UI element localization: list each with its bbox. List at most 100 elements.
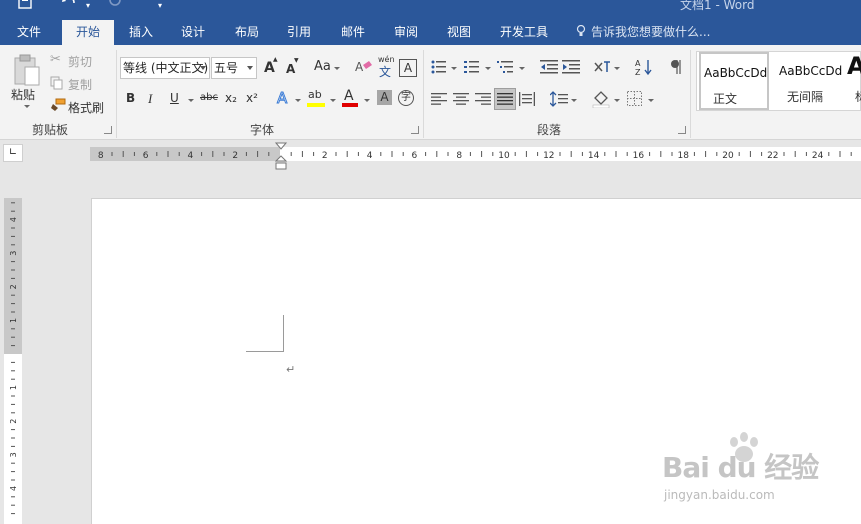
character-shading-button[interactable]: A bbox=[377, 90, 392, 105]
style-name: 正文 bbox=[713, 92, 738, 106]
bullets-icon[interactable] bbox=[431, 59, 447, 75]
ruler-label: 4 bbox=[9, 486, 18, 491]
bullets-dropdown-icon[interactable] bbox=[451, 67, 457, 70]
group-separator bbox=[690, 50, 691, 138]
line-spacing-dropdown-icon[interactable] bbox=[571, 99, 577, 102]
tab-insert[interactable]: 插入 bbox=[118, 20, 164, 45]
tab-layout[interactable]: 布局 bbox=[224, 20, 270, 45]
underline-dropdown-icon[interactable] bbox=[188, 99, 194, 102]
style-heading[interactable]: A 标 bbox=[845, 52, 861, 110]
style-sample: AaBbCcDd bbox=[704, 66, 768, 80]
shrink-font-button[interactable]: A bbox=[286, 62, 295, 76]
shading-dropdown-icon[interactable] bbox=[614, 99, 620, 102]
enclose-characters-button[interactable]: 字 bbox=[398, 90, 414, 106]
font-color-dropdown-icon[interactable] bbox=[364, 99, 370, 102]
multilevel-dropdown-icon[interactable] bbox=[519, 67, 525, 70]
vertical-ruler[interactable]: 4 3 2 1 1 2 3 4 bbox=[4, 198, 22, 524]
cut-button[interactable]: 剪切 bbox=[68, 53, 92, 70]
redo-icon[interactable] bbox=[108, 0, 122, 9]
align-left-icon[interactable] bbox=[431, 92, 447, 106]
clear-formatting-icon[interactable]: A bbox=[355, 59, 373, 75]
paste-dropdown-icon[interactable] bbox=[24, 105, 30, 108]
paste-icon[interactable] bbox=[12, 53, 42, 87]
ruler-label: 3 bbox=[9, 251, 18, 256]
horizontal-ruler[interactable]: 8 6 4 2 2 4 6 8 10 12 14 16 18 20 22 24 bbox=[90, 147, 861, 161]
ruler-label: 4 bbox=[367, 151, 373, 161]
phonetic-guide-button[interactable]: 文 bbox=[379, 63, 391, 80]
tab-review[interactable]: 审阅 bbox=[383, 20, 429, 45]
svg-text:A: A bbox=[635, 59, 641, 68]
change-case-dropdown-icon[interactable] bbox=[334, 67, 340, 70]
paragraph-launcher-icon[interactable] bbox=[678, 126, 686, 134]
cut-icon[interactable]: ✂ bbox=[50, 52, 61, 67]
tab-developer[interactable]: 开发工具 bbox=[492, 20, 556, 45]
customize-qat-icon[interactable]: ▾ bbox=[158, 0, 162, 12]
justify-button[interactable] bbox=[494, 88, 516, 110]
italic-button[interactable]: I bbox=[148, 91, 152, 107]
format-painter-button[interactable]: 格式刷 bbox=[68, 99, 104, 116]
tab-design[interactable]: 设计 bbox=[170, 20, 216, 45]
highlight-dropdown-icon[interactable] bbox=[330, 99, 336, 102]
tab-mailings[interactable]: 邮件 bbox=[330, 20, 376, 45]
multilevel-list-icon[interactable] bbox=[497, 59, 515, 75]
tell-me-box[interactable]: 告诉我您想要做什么... bbox=[576, 20, 710, 45]
chinese-layout-dropdown-icon[interactable] bbox=[614, 67, 620, 70]
ruler-label: 2 bbox=[9, 419, 18, 424]
save-icon[interactable] bbox=[18, 0, 32, 9]
undo-dropdown-icon[interactable]: ▾ bbox=[86, 0, 90, 12]
tab-view[interactable]: 视图 bbox=[436, 20, 482, 45]
sort-icon[interactable]: A Z bbox=[635, 58, 653, 76]
paste-button[interactable]: 粘贴 bbox=[11, 86, 35, 103]
text-effects-dropdown-icon[interactable] bbox=[295, 99, 301, 102]
distributed-icon[interactable] bbox=[519, 92, 535, 106]
underline-button[interactable]: U bbox=[170, 91, 179, 105]
font-size-combobox[interactable]: 五号 bbox=[211, 57, 257, 79]
copy-icon[interactable] bbox=[50, 76, 64, 90]
change-case-button[interactable]: Aa bbox=[314, 59, 331, 74]
tab-home[interactable]: 开始 bbox=[62, 20, 114, 45]
show-hide-marks-icon[interactable] bbox=[670, 59, 682, 75]
decrease-indent-icon[interactable] bbox=[540, 59, 558, 75]
copy-button[interactable]: 复制 bbox=[68, 76, 92, 93]
bold-button[interactable]: B bbox=[126, 91, 135, 105]
ruler-label: 3 bbox=[9, 452, 18, 457]
indent-marker-icon[interactable] bbox=[275, 142, 287, 170]
font-name-combobox[interactable]: 等线 (中文正文) bbox=[120, 57, 210, 79]
ruler-label: 18 bbox=[677, 151, 689, 161]
font-launcher-icon[interactable] bbox=[411, 126, 419, 134]
line-spacing-icon[interactable] bbox=[550, 91, 568, 107]
format-painter-icon[interactable] bbox=[50, 98, 66, 112]
ruler-label: 8 bbox=[98, 151, 104, 161]
style-no-spacing[interactable]: AaBbCcDd 无间隔 bbox=[773, 52, 843, 110]
subscript-button[interactable]: x₂ bbox=[225, 91, 237, 105]
style-name: 无间隔 bbox=[787, 90, 824, 104]
ribbon-home: 粘贴 ✂ 剪切 复制 格式刷 剪贴板 等线 (中文正文) 五号 A ▲ A ▼ … bbox=[0, 45, 861, 140]
tab-stop-selector[interactable]: ∟ bbox=[3, 144, 23, 162]
font-color-button[interactable]: A bbox=[344, 88, 354, 104]
style-normal[interactable]: AaBbCcDd 正文 bbox=[699, 52, 769, 110]
align-center-icon[interactable] bbox=[453, 92, 469, 106]
align-right-icon[interactable] bbox=[475, 92, 491, 106]
ruler-label: 22 bbox=[767, 151, 778, 161]
text-effects-button[interactable]: A bbox=[276, 89, 287, 108]
baidu-watermark: Bai du 经验 jingyan.baidu.com bbox=[660, 432, 860, 522]
tab-references[interactable]: 引用 bbox=[276, 20, 322, 45]
numbering-dropdown-icon[interactable] bbox=[485, 67, 491, 70]
numbering-icon[interactable] bbox=[464, 59, 480, 75]
highlight-button[interactable]: ab bbox=[308, 88, 322, 101]
tab-file[interactable]: 文件 bbox=[4, 20, 54, 45]
borders-icon[interactable] bbox=[627, 91, 642, 106]
strikethrough-button[interactable]: abc bbox=[200, 92, 218, 103]
clipboard-launcher-icon[interactable] bbox=[104, 126, 112, 134]
borders-dropdown-icon[interactable] bbox=[648, 99, 654, 102]
character-border-button[interactable]: A bbox=[399, 59, 417, 77]
undo-icon[interactable] bbox=[62, 0, 78, 9]
increase-indent-icon[interactable] bbox=[562, 59, 580, 75]
shading-icon[interactable] bbox=[592, 90, 610, 108]
superscript-button[interactable]: x² bbox=[246, 91, 258, 105]
group-separator bbox=[423, 50, 424, 138]
font-name-value: 等线 (中文正文) bbox=[123, 61, 209, 75]
chinese-layout-icon[interactable] bbox=[593, 59, 611, 75]
document-title: 文档1 - Word bbox=[680, 0, 755, 12]
ruler-label: 20 bbox=[722, 151, 734, 161]
